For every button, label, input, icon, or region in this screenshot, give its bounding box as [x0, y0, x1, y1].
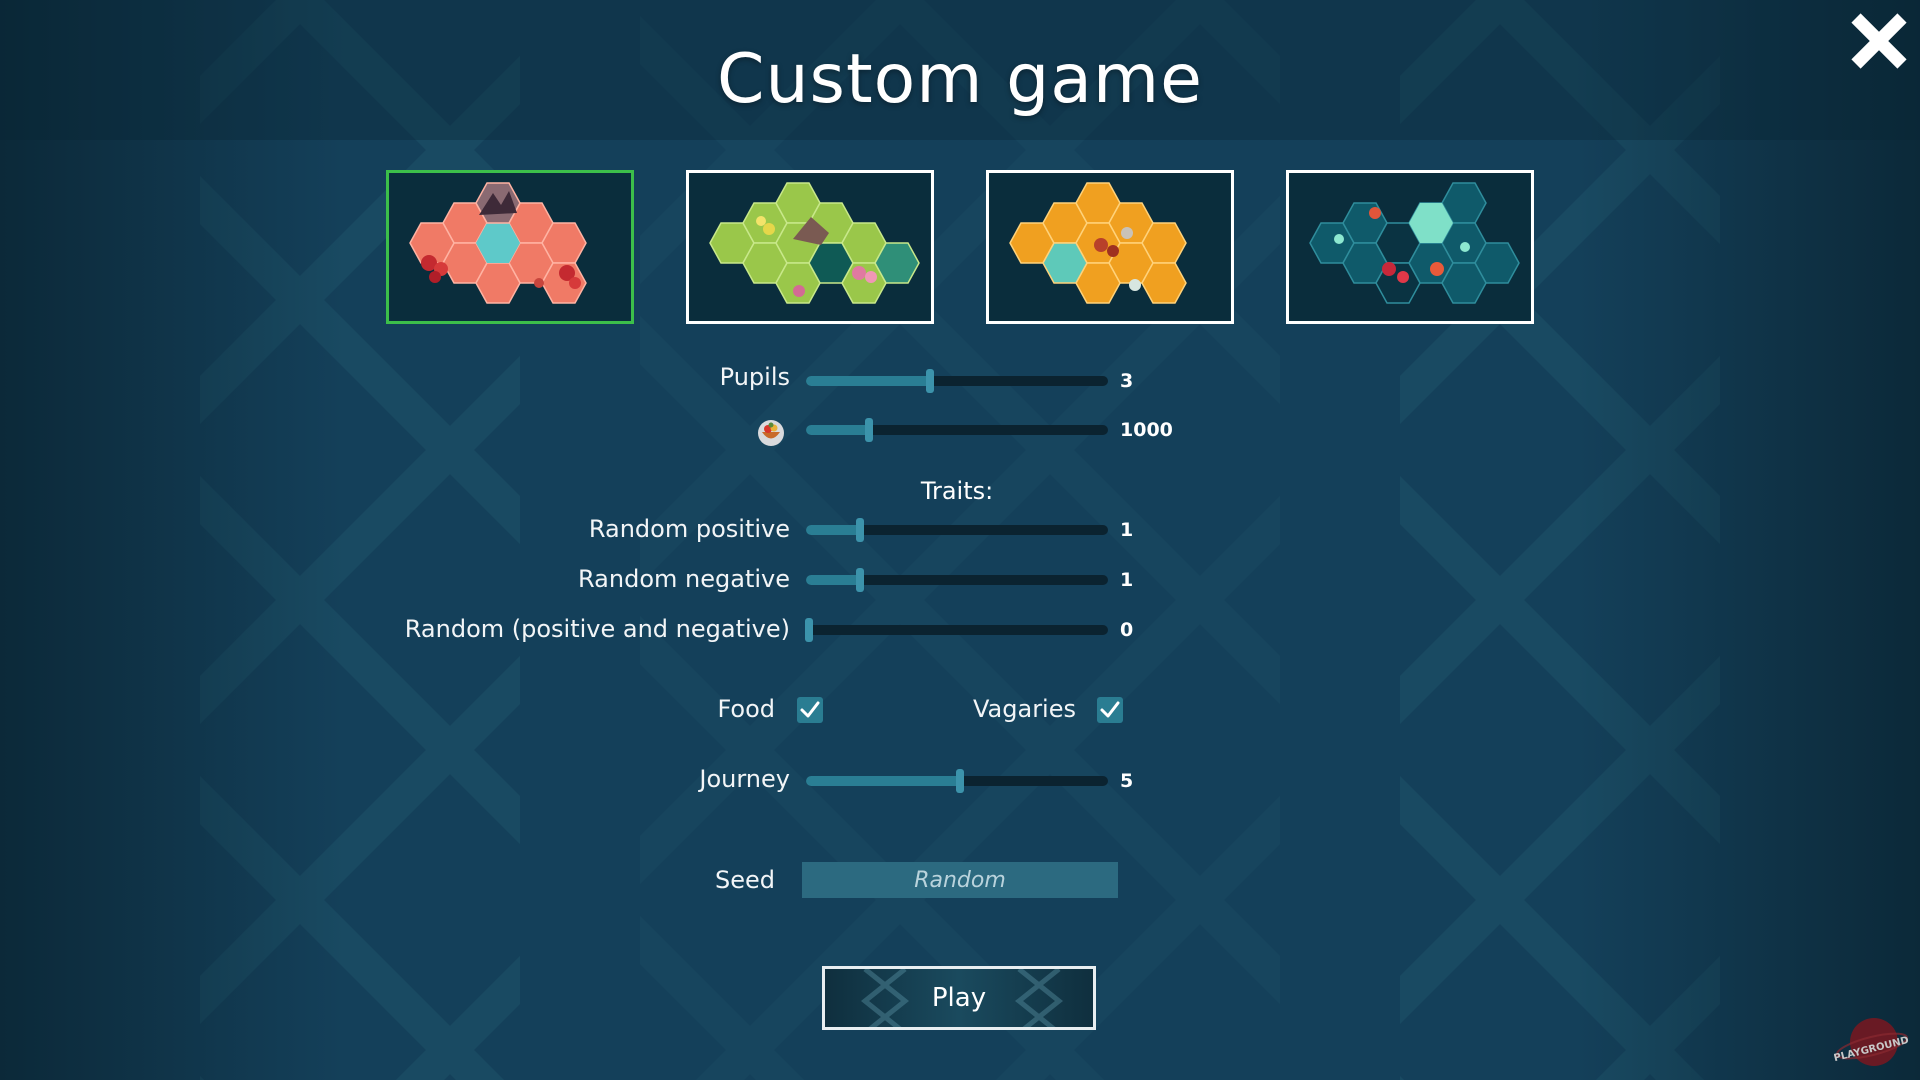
food-checkbox-label: Food — [717, 695, 775, 723]
random-positive-value: 1 — [1120, 519, 1134, 541]
publisher-logo: PLAYGROUND — [1834, 1018, 1910, 1066]
random-negative-value: 1 — [1120, 569, 1134, 591]
coral-map-thumbnail — [409, 182, 587, 304]
random-positive-slider[interactable] — [806, 518, 1108, 542]
journey-value: 5 — [1120, 770, 1134, 792]
random-negative-slider[interactable] — [806, 568, 1108, 592]
food-amount-slider[interactable] — [806, 418, 1108, 442]
pupils-value: 3 — [1120, 370, 1134, 392]
pupils-slider[interactable] — [806, 369, 1108, 393]
map-card-amber[interactable] — [986, 170, 1234, 324]
map-card-teal[interactable] — [1286, 170, 1534, 324]
vagaries-checkbox[interactable] — [1097, 697, 1123, 723]
random-both-slider[interactable] — [805, 618, 1108, 642]
amber-map-thumbnail — [1009, 182, 1187, 304]
random-both-value: 0 — [1120, 619, 1134, 641]
pupils-label: Pupils — [719, 363, 790, 391]
food-bowl-icon — [758, 420, 784, 446]
page-title: Custom game — [716, 40, 1204, 119]
map-card-green[interactable] — [686, 170, 934, 324]
vagaries-checkbox-label: Vagaries — [972, 695, 1076, 723]
checkmark-icon — [1100, 701, 1120, 718]
green-map-thumbnail — [709, 182, 920, 304]
food-amount-value: 1000 — [1120, 419, 1173, 441]
traits-heading: Traits: — [920, 477, 994, 505]
checkmark-icon — [800, 701, 820, 718]
play-button-label: Play — [931, 983, 987, 1013]
random-both-label: Random (positive and negative) — [404, 615, 790, 643]
play-button[interactable]: Play — [822, 966, 1096, 1030]
journey-label: Journey — [699, 765, 790, 793]
random-positive-label: Random positive — [588, 515, 790, 543]
food-checkbox[interactable] — [797, 697, 823, 723]
seed-label: Seed — [715, 866, 775, 894]
teal-map-thumbnail — [1309, 182, 1520, 304]
random-negative-label: Random negative — [578, 565, 790, 593]
seed-input[interactable] — [802, 862, 1118, 898]
background-pattern — [0, 0, 1920, 1080]
journey-slider[interactable] — [806, 769, 1108, 793]
map-card-coral[interactable] — [386, 170, 634, 324]
close-icon[interactable] — [1848, 10, 1910, 72]
